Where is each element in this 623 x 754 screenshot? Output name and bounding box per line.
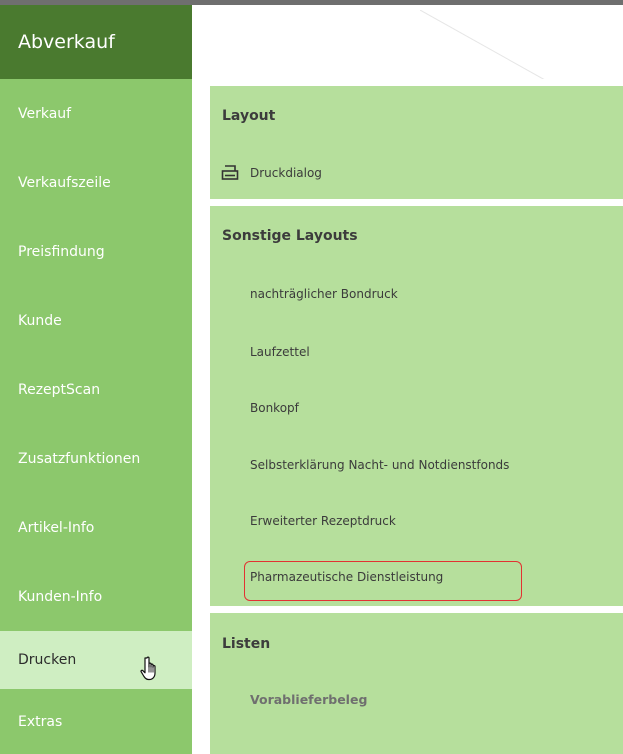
section-title-sonstige-layouts: Sonstige Layouts xyxy=(222,228,358,244)
section-listen: Listen Vorablieferbeleg xyxy=(210,613,623,754)
menu-item-vorablieferbeleg[interactable]: Vorablieferbeleg xyxy=(250,692,367,707)
section-layout: Layout Druckdialog xyxy=(210,86,623,199)
menu-item-nachtraeglicher-bondruck[interactable]: nachträglicher Bondruck xyxy=(250,287,398,301)
sidebar-item-kunde[interactable]: Kunde xyxy=(0,286,192,355)
menu-item-selbsterklaerung-nacht-notdienstfonds[interactable]: Selbsterklärung Nacht- und Notdienstfond… xyxy=(250,458,509,472)
sidebar-item-zusatzfunktionen[interactable]: Zusatzfunktionen xyxy=(0,424,192,493)
sidebar-item-artikel-info[interactable]: Artikel-Info xyxy=(0,493,192,562)
printer-icon xyxy=(221,165,239,180)
sidebar-item-verkauf[interactable]: Verkauf xyxy=(0,79,192,148)
sidebar-item-verkaufszeile[interactable]: Verkaufszeile xyxy=(0,148,192,217)
menu-item-laufzettel[interactable]: Laufzettel xyxy=(250,345,310,359)
sidebar: Verkauf Verkaufszeile Preisfindung Kunde… xyxy=(0,79,192,754)
sidebar-item-drucken[interactable]: Drucken xyxy=(0,631,192,689)
sidebar-item-preisfindung[interactable]: Preisfindung xyxy=(0,217,192,286)
app-title: Abverkauf xyxy=(0,5,192,79)
highlight-box xyxy=(244,561,522,601)
decorative-line xyxy=(420,10,545,80)
menu-item-erweiterter-rezeptdruck[interactable]: Erweiterter Rezeptdruck xyxy=(250,514,396,528)
hand-cursor-icon xyxy=(140,656,156,681)
sidebar-item-kunden-info[interactable]: Kunden-Info xyxy=(0,562,192,631)
section-title-layout: Layout xyxy=(222,108,276,124)
section-sonstige-layouts: Sonstige Layouts nachträglicher Bondruck… xyxy=(210,206,623,606)
sidebar-item-rezeptscan[interactable]: RezeptScan xyxy=(0,355,192,424)
sidebar-item-extras[interactable]: Extras xyxy=(0,689,192,754)
menu-item-druckdialog[interactable]: Druckdialog xyxy=(250,166,322,180)
section-title-listen: Listen xyxy=(222,636,271,652)
header-blank-area xyxy=(192,5,623,79)
menu-item-bonkopf[interactable]: Bonkopf xyxy=(250,401,299,415)
main-content: Layout Druckdialog Sonstige Layouts nach… xyxy=(192,79,623,754)
